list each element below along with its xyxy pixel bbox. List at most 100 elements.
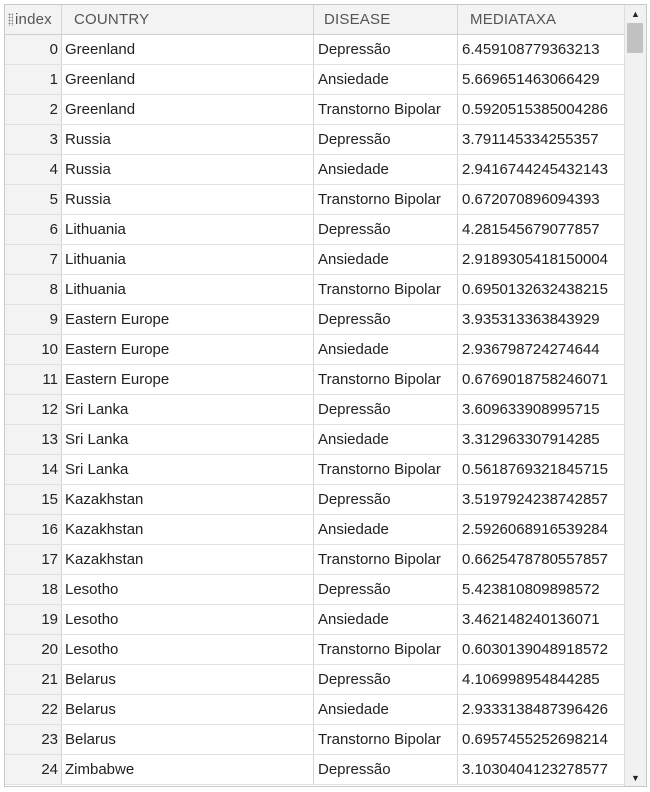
- table-row[interactable]: 1 Greenland Ansiedade 5.669651463066429: [5, 65, 625, 95]
- cell-country[interactable]: Belarus: [62, 725, 314, 754]
- cell-disease[interactable]: Transtorno Bipolar: [314, 455, 458, 484]
- table-row[interactable]: 24 Zimbabwe Depressão 3.1030404123278577: [5, 755, 625, 785]
- table-row[interactable]: 21 Belarus Depressão 4.106998954844285: [5, 665, 625, 695]
- cell-disease[interactable]: Depressão: [314, 575, 458, 604]
- cell-country[interactable]: Greenland: [62, 95, 314, 124]
- table-row[interactable]: 13 Sri Lanka Ansiedade 3.312963307914285: [5, 425, 625, 455]
- cell-disease[interactable]: Transtorno Bipolar: [314, 275, 458, 304]
- cell-country[interactable]: Lithuania: [62, 215, 314, 244]
- cell-index[interactable]: 5: [5, 185, 62, 214]
- cell-disease[interactable]: Transtorno Bipolar: [314, 635, 458, 664]
- cell-index[interactable]: 0: [5, 35, 62, 64]
- cell-mediataxa[interactable]: 3.609633908995715: [458, 395, 625, 424]
- cell-country[interactable]: Russia: [62, 125, 314, 154]
- cell-index[interactable]: 7: [5, 245, 62, 274]
- table-row[interactable]: 9 Eastern Europe Depressão 3.93531336384392…: [5, 305, 625, 335]
- cell-mediataxa[interactable]: 0.6030139048918572: [458, 635, 625, 664]
- cell-country[interactable]: Russia: [62, 185, 314, 214]
- cell-index[interactable]: 6: [5, 215, 62, 244]
- table-row[interactable]: 2 Greenland Transtorno Bipolar 0.5920515385…: [5, 95, 625, 125]
- cell-disease[interactable]: Ansiedade: [314, 605, 458, 634]
- table-row[interactable]: 4 Russia Ansiedade 2.9416744245432143: [5, 155, 625, 185]
- cell-mediataxa[interactable]: 4.106998954844285: [458, 665, 625, 694]
- cell-country[interactable]: Belarus: [62, 695, 314, 724]
- cell-index[interactable]: 14: [5, 455, 62, 484]
- cell-country[interactable]: Sri Lanka: [62, 455, 314, 484]
- cell-index[interactable]: 10: [5, 335, 62, 364]
- cell-mediataxa[interactable]: 5.669651463066429: [458, 65, 625, 94]
- cell-index[interactable]: 4: [5, 155, 62, 184]
- cell-disease[interactable]: Ansiedade: [314, 515, 458, 544]
- table-row[interactable]: 16 Kazakhstan Ansiedade 2.5926068916539284: [5, 515, 625, 545]
- cell-index[interactable]: 9: [5, 305, 62, 334]
- table-row[interactable]: 15 Kazakhstan Depressão 3.5197924238742857: [5, 485, 625, 515]
- cell-country[interactable]: Kazakhstan: [62, 515, 314, 544]
- cell-index[interactable]: 11: [5, 365, 62, 394]
- cell-disease[interactable]: Depressão: [314, 395, 458, 424]
- table-row[interactable]: 11 Eastern Europe Transtorno Bipolar 0.6769…: [5, 365, 625, 395]
- table-row[interactable]: 18 Lesotho Depressão 5.423810809898572: [5, 575, 625, 605]
- cell-index[interactable]: 13: [5, 425, 62, 454]
- table-row[interactable]: 22 Belarus Ansiedade 2.9333138487396426: [5, 695, 625, 725]
- cell-disease[interactable]: Ansiedade: [314, 425, 458, 454]
- table-row[interactable]: 12 Sri Lanka Depressão 3.609633908995715: [5, 395, 625, 425]
- cell-mediataxa[interactable]: 2.9333138487396426: [458, 695, 625, 724]
- cell-mediataxa[interactable]: 2.9416744245432143: [458, 155, 625, 184]
- table-row[interactable]: 8 Lithuania Transtorno Bipolar 0.6950132632…: [5, 275, 625, 305]
- cell-mediataxa[interactable]: 3.791145334255357: [458, 125, 625, 154]
- cell-mediataxa[interactable]: 2.936798724274644: [458, 335, 625, 364]
- cell-disease[interactable]: Ansiedade: [314, 695, 458, 724]
- cell-mediataxa[interactable]: 3.5197924238742857: [458, 485, 625, 514]
- cell-index[interactable]: 23: [5, 725, 62, 754]
- table-row[interactable]: 0 Greenland Depressão 6.459108779363213: [5, 35, 625, 65]
- cell-index[interactable]: 18: [5, 575, 62, 604]
- cell-index[interactable]: 21: [5, 665, 62, 694]
- cell-mediataxa[interactable]: 0.6769018758246071: [458, 365, 625, 394]
- cell-index[interactable]: 1: [5, 65, 62, 94]
- cell-mediataxa[interactable]: 4.281545679077857: [458, 215, 625, 244]
- cell-index[interactable]: 2: [5, 95, 62, 124]
- cell-index[interactable]: 24: [5, 755, 62, 784]
- cell-disease[interactable]: Depressão: [314, 485, 458, 514]
- table-row[interactable]: 3 Russia Depressão 3.791145334255357: [5, 125, 625, 155]
- cell-mediataxa[interactable]: 2.5926068916539284: [458, 515, 625, 544]
- cell-index[interactable]: 17: [5, 545, 62, 574]
- cell-disease[interactable]: Depressão: [314, 665, 458, 694]
- cell-disease[interactable]: Transtorno Bipolar: [314, 185, 458, 214]
- cell-disease[interactable]: Depressão: [314, 35, 458, 64]
- cell-disease[interactable]: Ansiedade: [314, 65, 458, 94]
- cell-country[interactable]: Lithuania: [62, 275, 314, 304]
- table-row[interactable]: 10 Eastern Europe Ansiedade 2.9367987242746…: [5, 335, 625, 365]
- cell-country[interactable]: Belarus: [62, 665, 314, 694]
- cell-mediataxa[interactable]: 3.312963307914285: [458, 425, 625, 454]
- cell-disease[interactable]: Transtorno Bipolar: [314, 365, 458, 394]
- cell-country[interactable]: Zimbabwe: [62, 755, 314, 784]
- table-row[interactable]: 20 Lesotho Transtorno Bipolar 0.60301390489…: [5, 635, 625, 665]
- table-row[interactable]: 14 Sri Lanka Transtorno Bipolar 0.561876932…: [5, 455, 625, 485]
- column-header-country[interactable]: COUNTRY: [62, 5, 314, 34]
- cell-disease[interactable]: Depressão: [314, 215, 458, 244]
- cell-country[interactable]: Eastern Europe: [62, 305, 314, 334]
- cell-country[interactable]: Eastern Europe: [62, 335, 314, 364]
- cell-index[interactable]: 20: [5, 635, 62, 664]
- cell-disease[interactable]: Transtorno Bipolar: [314, 545, 458, 574]
- cell-index[interactable]: 3: [5, 125, 62, 154]
- column-header-index[interactable]: index: [5, 5, 62, 34]
- cell-country[interactable]: Greenland: [62, 65, 314, 94]
- cell-disease[interactable]: Ansiedade: [314, 155, 458, 184]
- cell-country[interactable]: Lesotho: [62, 575, 314, 604]
- cell-mediataxa[interactable]: 0.5618769321845715: [458, 455, 625, 484]
- cell-index[interactable]: 8: [5, 275, 62, 304]
- cell-disease[interactable]: Ansiedade: [314, 245, 458, 274]
- cell-mediataxa[interactable]: 3.935313363843929: [458, 305, 625, 334]
- vertical-scrollbar[interactable]: ▲ ▼: [624, 5, 646, 786]
- cell-mediataxa[interactable]: 0.6957455252698214: [458, 725, 625, 754]
- cell-country[interactable]: Lithuania: [62, 245, 314, 274]
- table-row[interactable]: 6 Lithuania Depressão 4.281545679077857: [5, 215, 625, 245]
- cell-disease[interactable]: Transtorno Bipolar: [314, 95, 458, 124]
- drag-grip-icon[interactable]: [8, 13, 13, 26]
- cell-disease[interactable]: Depressão: [314, 305, 458, 334]
- cell-disease[interactable]: Depressão: [314, 755, 458, 784]
- cell-index[interactable]: 22: [5, 695, 62, 724]
- cell-index[interactable]: 16: [5, 515, 62, 544]
